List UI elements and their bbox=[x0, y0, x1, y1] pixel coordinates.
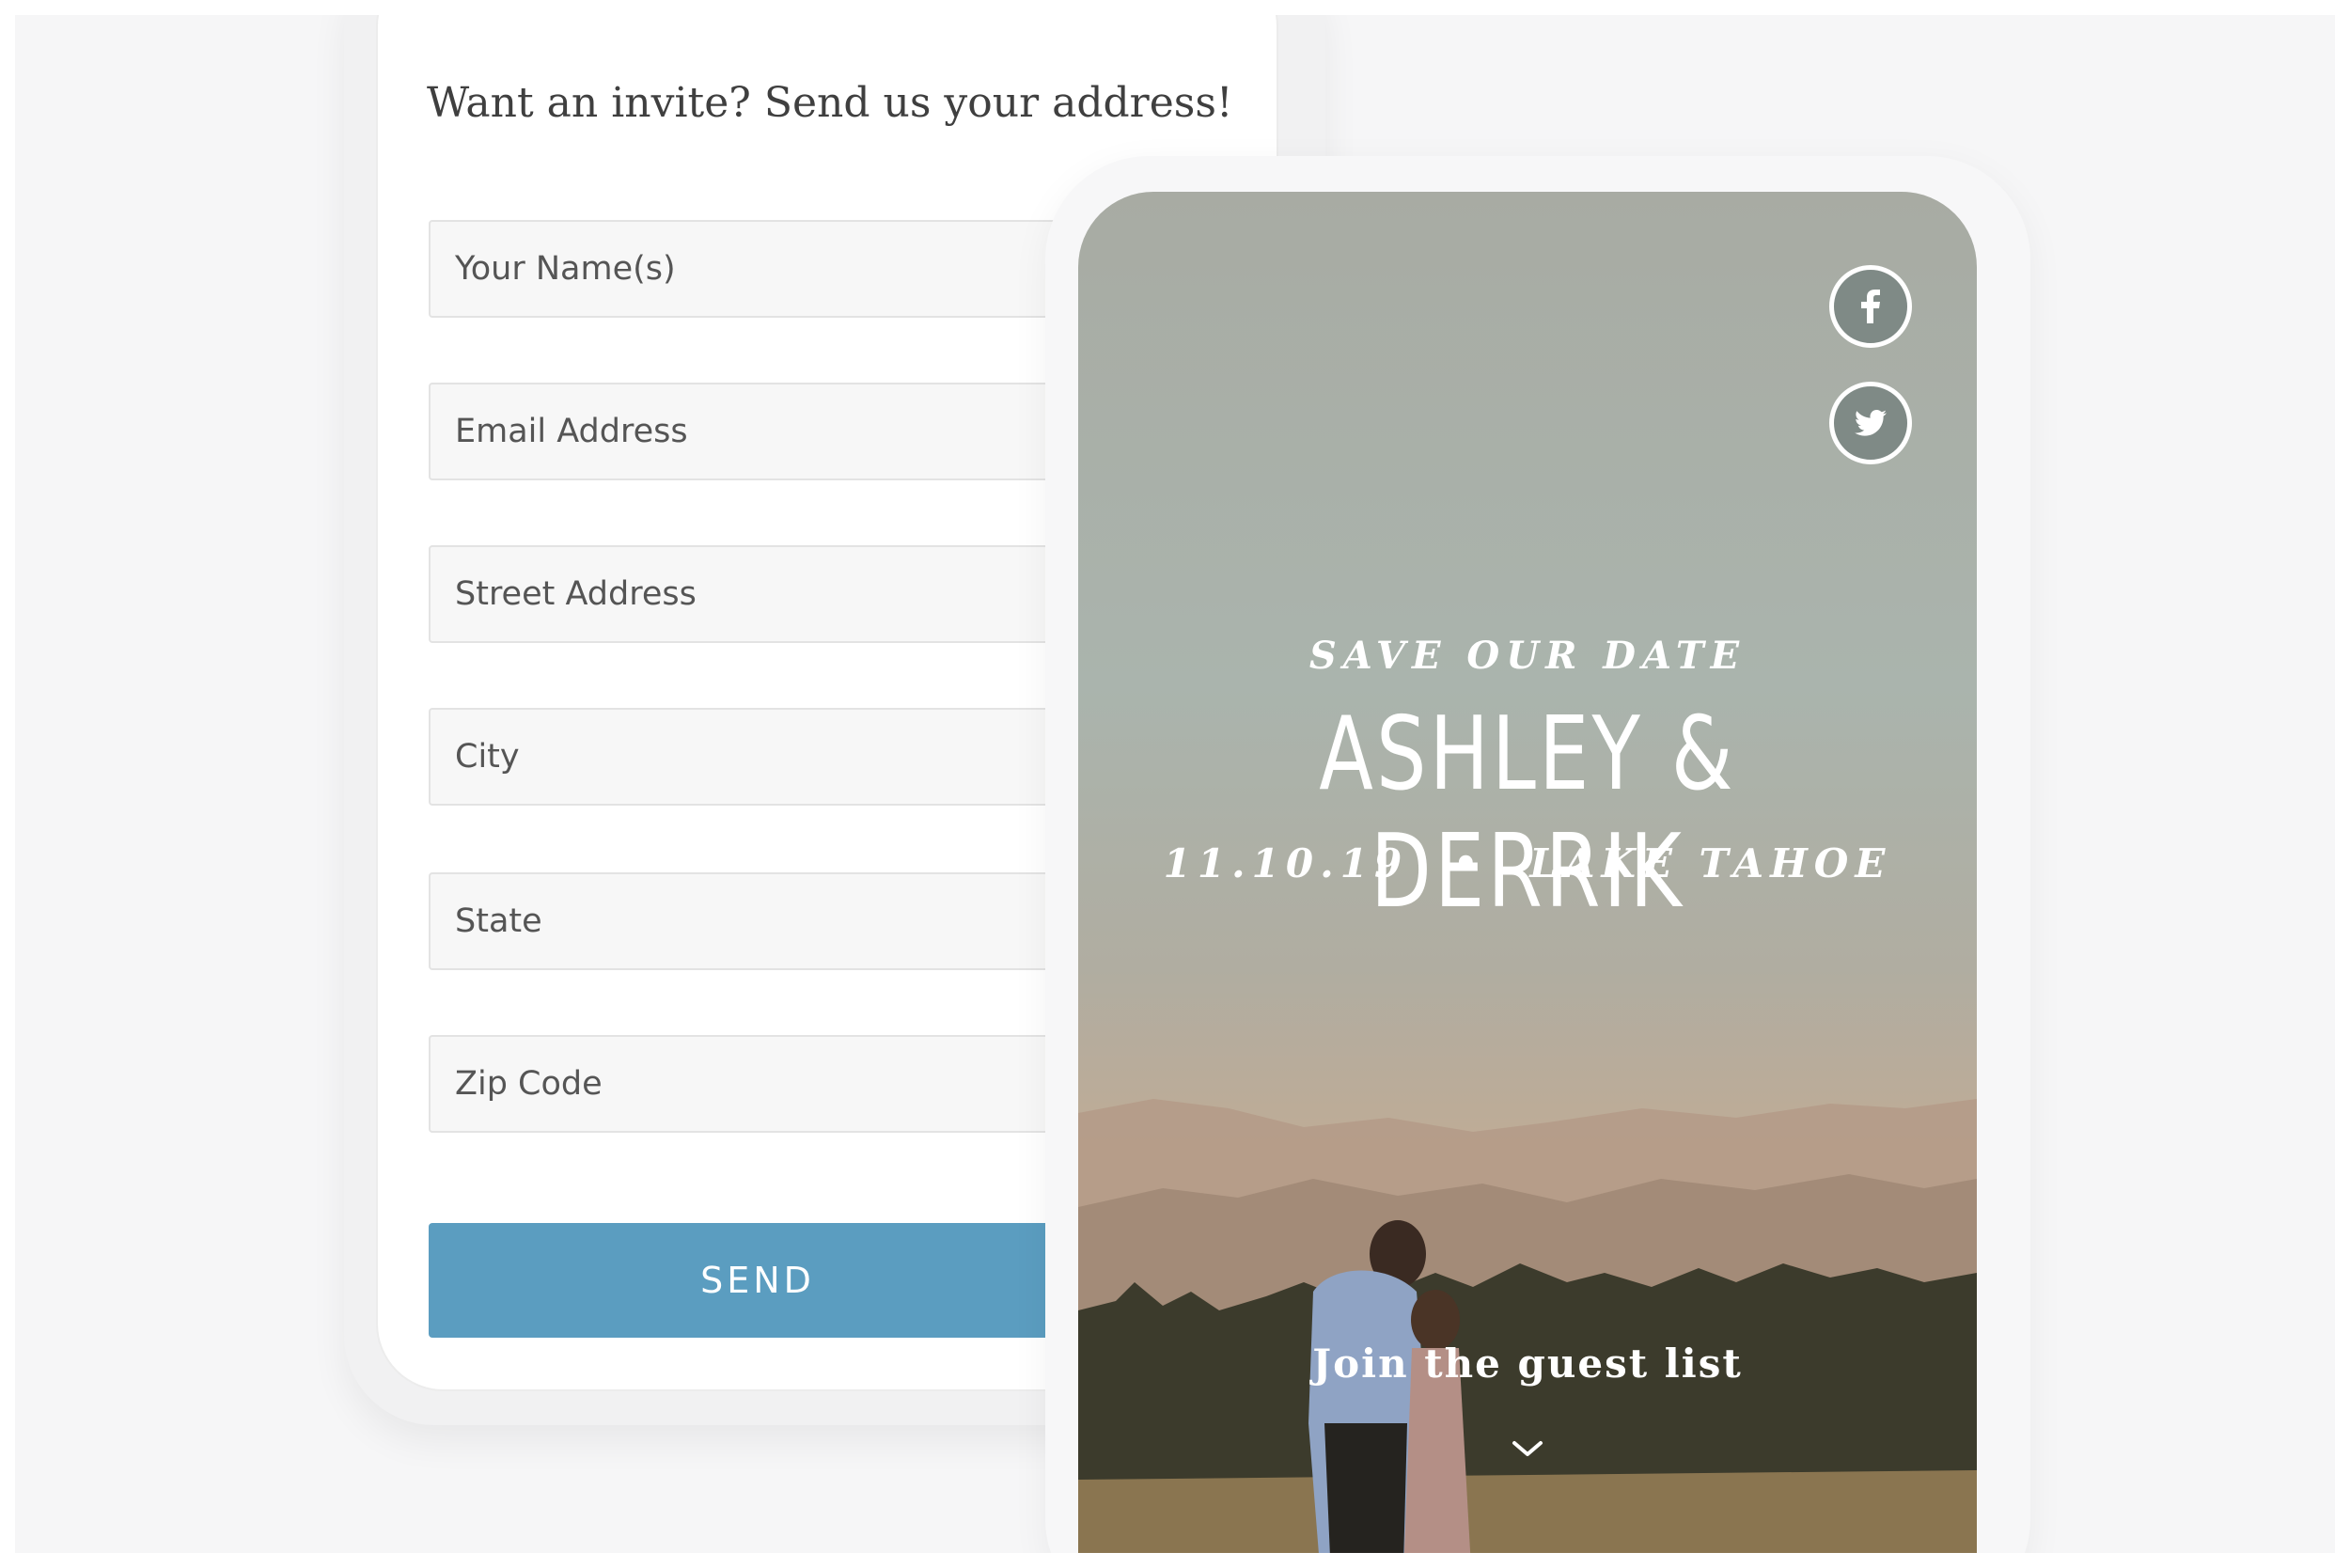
facebook-button[interactable] bbox=[1829, 265, 1912, 348]
city-field-placeholder: City bbox=[455, 738, 520, 776]
form-title: Want an invite? Send us your address! bbox=[427, 79, 1233, 127]
invite-phone-screen: SAVE OUR DATE ASHLEY & DERRIK 11.10.19 •… bbox=[1078, 192, 1977, 1553]
street-address-field[interactable]: Street Address bbox=[429, 545, 1087, 643]
wedding-date: 11.10.19 bbox=[1163, 840, 1409, 886]
email-field-placeholder: Email Address bbox=[455, 413, 688, 450]
couple-names: ASHLEY & DERRIK bbox=[1319, 696, 1736, 931]
join-guest-list-link[interactable]: Join the guest list bbox=[1078, 1341, 1977, 1387]
twitter-icon bbox=[1855, 410, 1887, 436]
date-location-line: 11.10.19 • LAKE TAHOE bbox=[1078, 840, 1977, 886]
name-field-placeholder: Your Name(s) bbox=[455, 250, 676, 288]
canvas: Want an invite? Send us your address! Yo… bbox=[15, 15, 2335, 1553]
name-field[interactable]: Your Name(s) bbox=[429, 220, 1087, 318]
state-field[interactable]: State bbox=[429, 872, 1087, 970]
send-button-label: SEND bbox=[700, 1260, 815, 1301]
email-field[interactable]: Email Address bbox=[429, 383, 1087, 480]
zip-code-field[interactable]: Zip Code bbox=[429, 1035, 1087, 1133]
wedding-location: LAKE TAHOE bbox=[1529, 840, 1892, 886]
save-the-date-eyebrow: SAVE OUR DATE bbox=[1308, 634, 1747, 678]
separator-dot: • bbox=[1452, 840, 1485, 886]
send-button[interactable]: SEND bbox=[429, 1223, 1087, 1338]
zip-code-field-placeholder: Zip Code bbox=[455, 1065, 603, 1103]
street-address-field-placeholder: Street Address bbox=[455, 575, 697, 613]
twitter-button[interactable] bbox=[1829, 382, 1912, 464]
state-field-placeholder: State bbox=[455, 902, 542, 940]
chevron-down-icon[interactable] bbox=[1509, 1437, 1546, 1460]
city-field[interactable]: City bbox=[429, 708, 1087, 806]
facebook-icon bbox=[1860, 290, 1881, 323]
